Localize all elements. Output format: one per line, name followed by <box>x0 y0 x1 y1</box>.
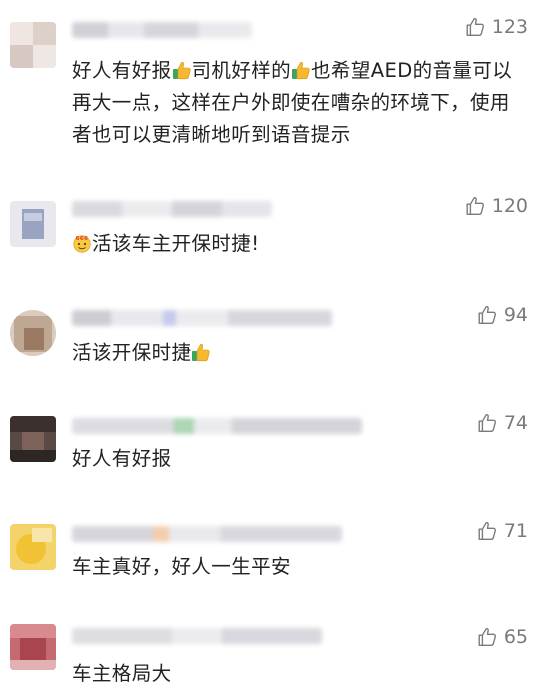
thumbs-up-icon <box>464 16 486 38</box>
like-count: 71 <box>503 520 528 542</box>
username[interactable] <box>72 310 332 326</box>
like-count: 120 <box>491 195 528 217</box>
username[interactable] <box>72 22 252 38</box>
like-count: 65 <box>503 626 528 648</box>
like-button[interactable]: 94 <box>476 304 528 326</box>
like-button[interactable]: 123 <box>464 16 528 38</box>
comment-text: 车主真好，好人一生平安 <box>72 555 291 578</box>
like-count: 74 <box>503 412 528 434</box>
like-count: 123 <box>491 16 528 38</box>
666-face-emoji-icon: 666 <box>72 233 92 253</box>
like-button[interactable]: 120 <box>464 195 528 217</box>
username[interactable] <box>72 526 342 542</box>
comment-item: 65 车主格局大 <box>0 624 540 694</box>
comment-text: 活该开保时捷 <box>72 337 526 369</box>
svg-text:666: 666 <box>76 236 89 242</box>
like-button[interactable]: 65 <box>476 626 528 648</box>
username[interactable] <box>72 201 272 217</box>
username[interactable] <box>72 628 322 644</box>
avatar[interactable] <box>10 416 56 462</box>
avatar[interactable] <box>10 310 56 356</box>
comment-item: 74 好人有好报 <box>0 410 540 490</box>
thumbs-up-emoji-icon <box>291 60 311 80</box>
comment-item: 123 好人有好报 司机好样的 也希望AED的音量可以再大一点，这样在户外即使在嘈杂… <box>0 14 540 164</box>
avatar[interactable] <box>10 624 56 670</box>
comment-item: 94 活该开保时捷 <box>0 302 540 382</box>
thumbs-up-emoji-icon <box>191 342 211 362</box>
thumbs-up-emoji-icon <box>172 60 192 80</box>
comment-item: 120 666 活该车主开保时捷! <box>0 193 540 273</box>
comment-text: 好人有好报 <box>72 447 172 470</box>
like-button[interactable]: 74 <box>476 412 528 434</box>
avatar[interactable] <box>10 524 56 570</box>
comment-item: 71 车主真好，好人一生平安 <box>0 518 540 598</box>
avatar[interactable] <box>10 22 56 68</box>
comment-text: 好人有好报 司机好样的 也希望AED的音量可以再大一点，这样在户外即使在嘈杂的环境下… <box>72 59 513 146</box>
like-count: 94 <box>503 304 528 326</box>
like-button[interactable]: 71 <box>476 520 528 542</box>
thumbs-up-icon <box>476 304 498 326</box>
comment-text: 车主格局大 <box>72 662 172 685</box>
thumbs-up-icon <box>464 195 486 217</box>
thumbs-up-icon <box>476 412 498 434</box>
thumbs-up-icon <box>476 520 498 542</box>
thumbs-up-icon <box>476 626 498 648</box>
username[interactable] <box>72 418 362 434</box>
avatar[interactable] <box>10 201 56 247</box>
comment-text: 666 活该车主开保时捷! <box>72 228 526 260</box>
